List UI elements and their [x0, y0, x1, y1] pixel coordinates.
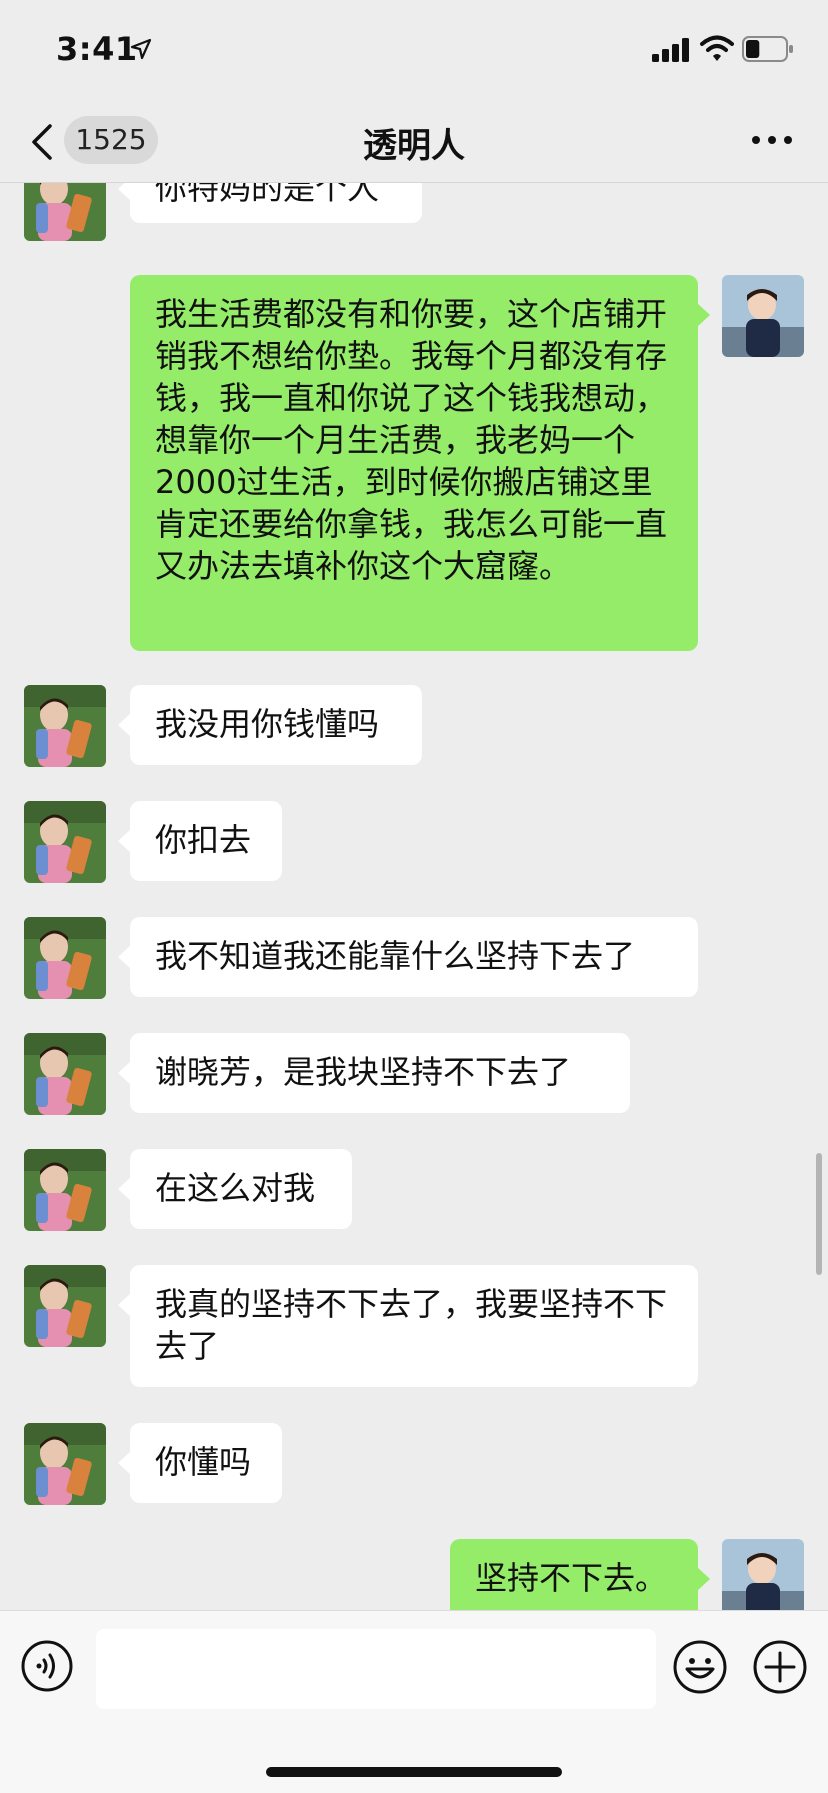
message-bubble-incoming[interactable]: 我真的坚持不下去了，我要坚持不下去了: [118, 1265, 698, 1387]
message-text: 坚持不下去。: [475, 1559, 668, 1597]
message-text: 我不知道我还能靠什么坚持下去了: [155, 937, 636, 975]
plus-icon[interactable]: [752, 1639, 808, 1695]
battery-icon: [742, 36, 793, 62]
voice-icon[interactable]: [20, 1639, 74, 1693]
status-time: 3:41: [56, 30, 138, 68]
message-text: 我没用你钱懂吗: [155, 705, 380, 743]
message-bubble-incoming[interactable]: 你特妈的是个人: [118, 183, 422, 223]
emoji-icon[interactable]: [672, 1639, 728, 1695]
contact-avatar[interactable]: [24, 183, 106, 241]
message-input[interactable]: [96, 1629, 656, 1709]
message-bubble-incoming[interactable]: 谢晓芳，是我块坚持不下去了: [118, 1033, 630, 1113]
cellular-signal-icon: [652, 38, 689, 62]
chat-scrollbar[interactable]: [816, 1153, 822, 1275]
nav-bar: 1525 透明人: [0, 100, 828, 183]
message-bubble-incoming[interactable]: 你懂吗: [118, 1423, 282, 1503]
chat-title: 透明人: [363, 126, 465, 166]
contact-avatar[interactable]: [24, 1423, 106, 1505]
my-avatar[interactable]: [722, 275, 804, 357]
contact-avatar[interactable]: [24, 1033, 106, 1115]
message-text: 你扣去: [155, 821, 252, 859]
home-indicator[interactable]: [266, 1767, 562, 1777]
message-bubble-incoming[interactable]: 在这么对我: [118, 1149, 352, 1229]
chat-area[interactable]: 你特妈的是个人 我生活费都没有和你要，这个店铺开销我不想给你垫。我每个月都没有存…: [0, 183, 828, 1610]
contact-avatar[interactable]: [24, 1149, 106, 1231]
contact-avatar[interactable]: [24, 801, 106, 883]
message-bubble-incoming[interactable]: 我没用你钱懂吗: [118, 685, 422, 765]
message-bubble-incoming[interactable]: 我不知道我还能靠什么坚持下去了: [118, 917, 698, 997]
message-text: 谢晓芳，是我块坚持不下去了: [155, 1053, 572, 1091]
contact-avatar[interactable]: [24, 685, 106, 767]
message-text: 在这么对我: [155, 1169, 316, 1207]
my-avatar[interactable]: [722, 1539, 804, 1610]
message-bubble-outgoing[interactable]: 坚持不下去。: [450, 1539, 710, 1610]
status-bar: 3:41: [0, 0, 828, 100]
message-text: 我真的坚持不下去了，我要坚持不下去了: [155, 1285, 668, 1365]
contact-avatar[interactable]: [24, 1265, 106, 1347]
message-text: 你特妈的是个人: [155, 183, 380, 207]
message-text: 我生活费都没有和你要，这个店铺开销我不想给你垫。我每个月都没有存钱，我一直和你说…: [155, 295, 668, 585]
message-bubble-outgoing[interactable]: 我生活费都没有和你要，这个店铺开销我不想给你垫。我每个月都没有存钱，我一直和你说…: [130, 275, 710, 651]
input-bar: [0, 1610, 828, 1793]
message-text: 你懂吗: [155, 1443, 252, 1481]
contact-avatar[interactable]: [24, 917, 106, 999]
message-bubble-incoming[interactable]: 你扣去: [118, 801, 282, 881]
location-arrow-icon: [130, 38, 152, 60]
wifi-icon: [700, 35, 734, 61]
more-dots-icon[interactable]: [750, 130, 794, 150]
